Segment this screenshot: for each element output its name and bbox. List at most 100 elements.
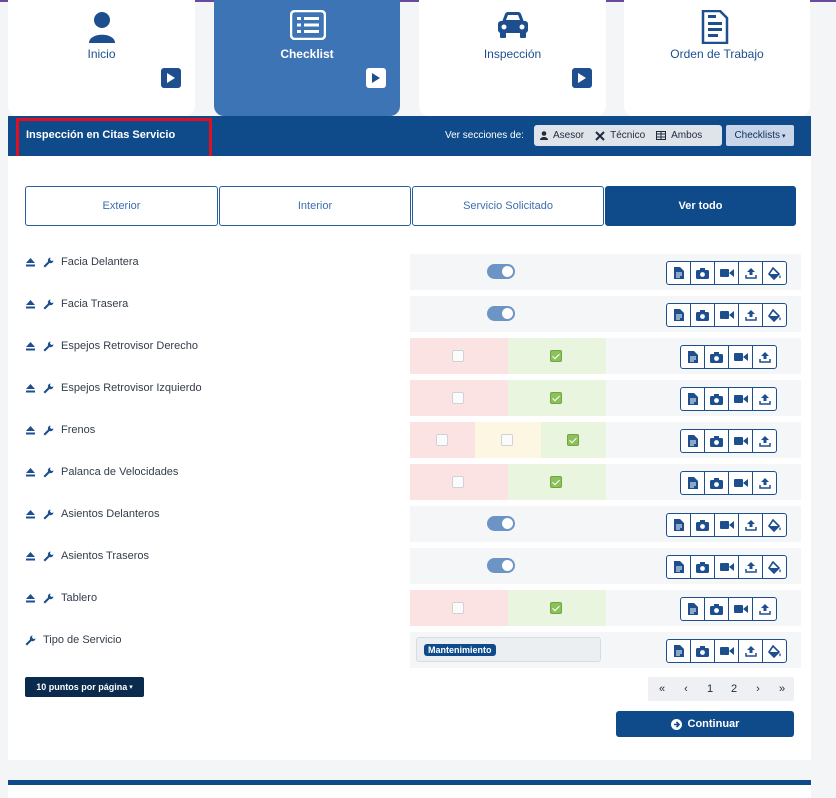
upload-button[interactable]	[752, 429, 777, 453]
document-button[interactable]	[666, 303, 691, 327]
tab-servicio-solicitado[interactable]: Servicio Solicitado	[412, 186, 604, 226]
pagination: « ‹ 1 2 › »	[648, 677, 794, 701]
go-arrow-icon[interactable]	[161, 68, 181, 88]
upload-button[interactable]	[738, 513, 763, 537]
camera-icon	[710, 603, 723, 615]
prev-page-button[interactable]: ‹	[674, 683, 698, 695]
camera-button[interactable]	[690, 639, 715, 663]
last-page-button[interactable]: »	[770, 683, 794, 695]
document-button[interactable]	[666, 555, 691, 579]
video-button[interactable]	[728, 345, 753, 369]
upload-button[interactable]	[738, 639, 763, 663]
upload-icon	[744, 519, 757, 531]
video-button[interactable]	[714, 303, 739, 327]
camera-button[interactable]	[690, 513, 715, 537]
page-2-button[interactable]: 2	[722, 683, 746, 695]
checkbox[interactable]	[550, 350, 562, 362]
document-button[interactable]	[666, 513, 691, 537]
checkbox[interactable]	[501, 434, 513, 446]
toggle-switch[interactable]	[487, 558, 515, 573]
camera-button[interactable]	[704, 429, 729, 453]
upload-button[interactable]	[738, 261, 763, 285]
row-control	[410, 506, 606, 542]
upload-button[interactable]	[752, 345, 777, 369]
nav-card-inicio[interactable]: Inicio	[8, 0, 195, 116]
tab-interior[interactable]: Interior	[219, 186, 411, 226]
toggle-switch[interactable]	[487, 306, 515, 321]
document-button[interactable]	[680, 429, 705, 453]
wrench-icon	[43, 383, 54, 393]
eject-icon	[26, 384, 35, 393]
camera-button[interactable]	[704, 345, 729, 369]
checklist-row: Tipo de Servicio Mantenimiento	[25, 632, 801, 668]
camera-button[interactable]	[690, 555, 715, 579]
video-button[interactable]	[728, 387, 753, 411]
first-page-button[interactable]: «	[650, 683, 674, 695]
nav-card-orden-trabajo[interactable]: Orden de Trabajo	[624, 0, 810, 116]
upload-button[interactable]	[752, 387, 777, 411]
go-arrow-icon[interactable]	[366, 68, 386, 88]
table-icon	[656, 131, 667, 140]
checkbox[interactable]	[452, 476, 464, 488]
checkbox[interactable]	[452, 392, 464, 404]
nav-card-checklist[interactable]: Checklist	[214, 0, 400, 116]
view-ambos[interactable]: Ambos	[650, 130, 707, 141]
video-button[interactable]	[714, 513, 739, 537]
view-asesor[interactable]: Asesor	[534, 130, 589, 141]
service-type-select[interactable]: Mantenimiento	[416, 637, 601, 662]
checkbox[interactable]	[550, 602, 562, 614]
tab-ver-todo[interactable]: Ver todo	[605, 186, 796, 226]
paint-bucket-icon	[767, 560, 782, 574]
row-label: Asientos Traseros	[61, 550, 150, 562]
upload-button[interactable]	[738, 303, 763, 327]
document-button[interactable]	[680, 387, 705, 411]
checklists-dropdown[interactable]: Checklists ▾	[726, 125, 794, 146]
video-button[interactable]	[714, 555, 739, 579]
video-button[interactable]	[728, 429, 753, 453]
document-button[interactable]	[680, 597, 705, 621]
video-button[interactable]	[714, 261, 739, 285]
checklist-row: Facia Delantera	[25, 254, 801, 290]
paint-bucket-button[interactable]	[762, 261, 787, 285]
upload-button[interactable]	[752, 471, 777, 495]
wrench-icon	[43, 299, 54, 309]
camera-button[interactable]	[690, 261, 715, 285]
checkbox[interactable]	[452, 350, 464, 362]
document-button[interactable]	[666, 639, 691, 663]
checklist-row: Espejos Retrovisor Izquierdo	[25, 380, 801, 416]
upload-button[interactable]	[752, 597, 777, 621]
upload-button[interactable]	[738, 555, 763, 579]
checkbox[interactable]	[567, 434, 579, 446]
page-1-button[interactable]: 1	[698, 683, 722, 695]
camera-button[interactable]	[690, 303, 715, 327]
next-page-button[interactable]: ›	[746, 683, 770, 695]
go-arrow-icon[interactable]	[572, 68, 592, 88]
document-button[interactable]	[680, 471, 705, 495]
paint-bucket-button[interactable]	[762, 513, 787, 537]
user-icon	[85, 10, 119, 44]
nav-card-inspeccion[interactable]: Inspección	[419, 0, 606, 116]
highlight-box	[16, 118, 212, 161]
camera-button[interactable]	[704, 471, 729, 495]
video-icon	[733, 604, 748, 614]
checkbox[interactable]	[436, 434, 448, 446]
document-button[interactable]	[666, 261, 691, 285]
paint-bucket-button[interactable]	[762, 639, 787, 663]
video-button[interactable]	[728, 471, 753, 495]
checkbox[interactable]	[550, 392, 562, 404]
toggle-switch[interactable]	[487, 516, 515, 531]
document-button[interactable]	[680, 345, 705, 369]
paint-bucket-button[interactable]	[762, 303, 787, 327]
video-button[interactable]	[728, 597, 753, 621]
video-button[interactable]	[714, 639, 739, 663]
checkbox[interactable]	[452, 602, 464, 614]
per-page-dropdown[interactable]: 10 puntos por página ▾	[25, 677, 144, 697]
continue-button[interactable]: Continuar	[616, 711, 794, 737]
camera-button[interactable]	[704, 387, 729, 411]
paint-bucket-button[interactable]	[762, 555, 787, 579]
toggle-switch[interactable]	[487, 264, 515, 279]
tab-exterior[interactable]: Exterior	[25, 186, 218, 226]
checkbox[interactable]	[550, 476, 562, 488]
view-tecnico[interactable]: Técnico	[589, 130, 650, 141]
camera-button[interactable]	[704, 597, 729, 621]
